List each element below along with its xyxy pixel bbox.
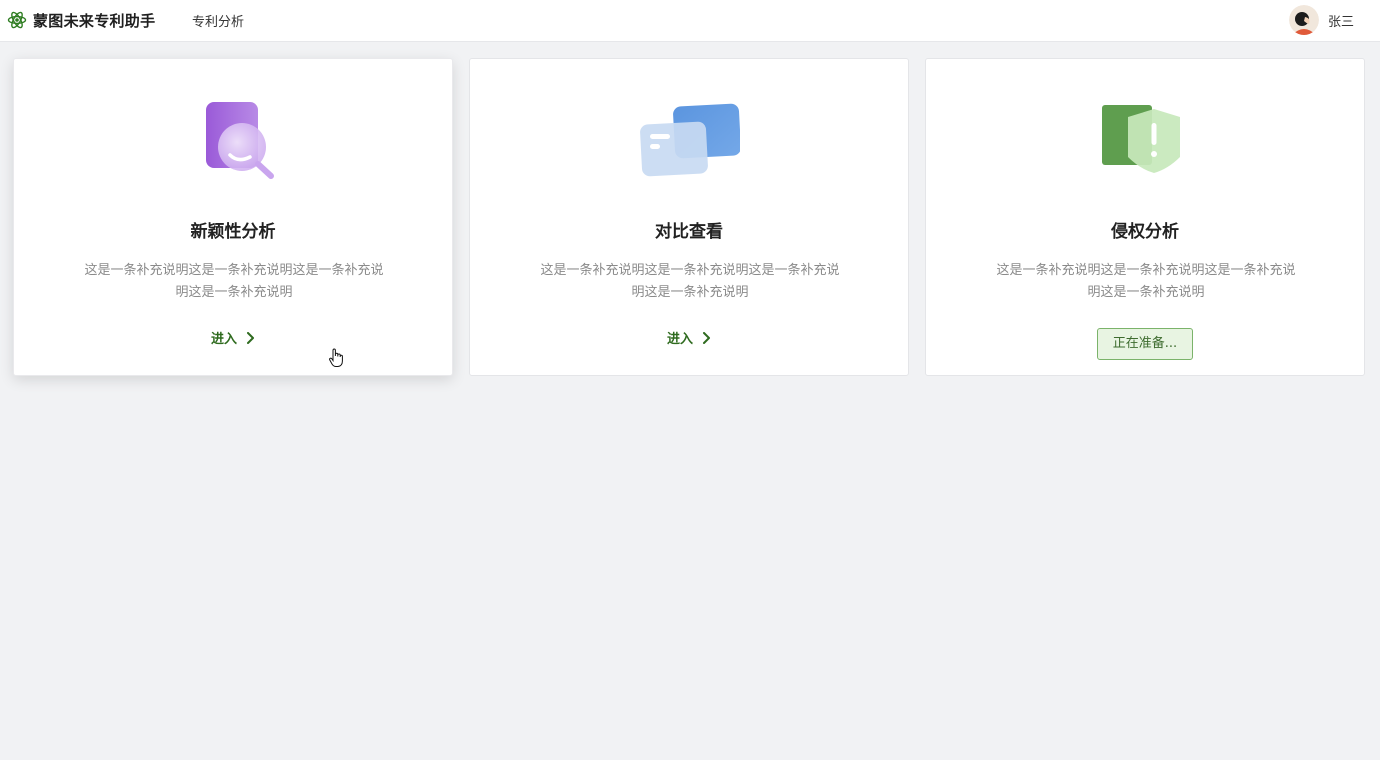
brand[interactable]: 蒙图未来专利助手 [7,9,155,31]
card-infringement-analysis[interactable]: 侵权分析 这是一条补充说明这是一条补充说明这是一条补充说明这是一条补充说明 正在… [925,58,1365,376]
card-title: 对比查看 [655,222,723,242]
shield-warning-icon [1096,99,1196,179]
compare-cards-icon [640,99,740,179]
top-navbar: 蒙图未来专利助手 专利分析 张三 [0,0,1380,42]
user-name: 张三 [1327,14,1354,30]
chevron-right-icon [247,331,254,344]
enter-label: 进入 [210,332,237,347]
hand-cursor-icon [329,348,343,367]
enter-link[interactable]: 进入 [667,328,711,347]
card-description: 这是一条补充说明这是一条补充说明这是一条补充说明这是一条补充说明 [540,263,840,300]
preparing-button[interactable]: 正在准备... [1096,328,1194,360]
search-document-icon [184,99,284,179]
card-title: 新颖性分析 [190,222,276,242]
atom-icon [7,11,27,29]
app-name: 蒙图未来专利助手 [33,11,156,30]
card-compare-view[interactable]: 对比查看 这是一条补充说明这是一条补充说明这是一条补充说明这是一条补充说明 进入 [469,58,909,376]
card-novelty-analysis[interactable]: 新颖性分析 这是一条补充说明这是一条补充说明这是一条补充说明这是一条补充说明 进… [13,58,453,376]
avatar [1288,5,1319,35]
enter-label: 进入 [666,332,693,347]
card-description: 这是一条补充说明这是一条补充说明这是一条补充说明这是一条补充说明 [84,263,384,300]
card-title: 侵权分析 [1111,222,1179,242]
user-menu[interactable]: 张三 [1288,4,1354,36]
chevron-right-icon [703,331,710,344]
card-description: 这是一条补充说明这是一条补充说明这是一条补充说明这是一条补充说明 [996,263,1296,300]
nav-item-patent-analysis[interactable]: 专利分析 [192,11,244,30]
enter-link[interactable]: 进入 [211,328,255,347]
